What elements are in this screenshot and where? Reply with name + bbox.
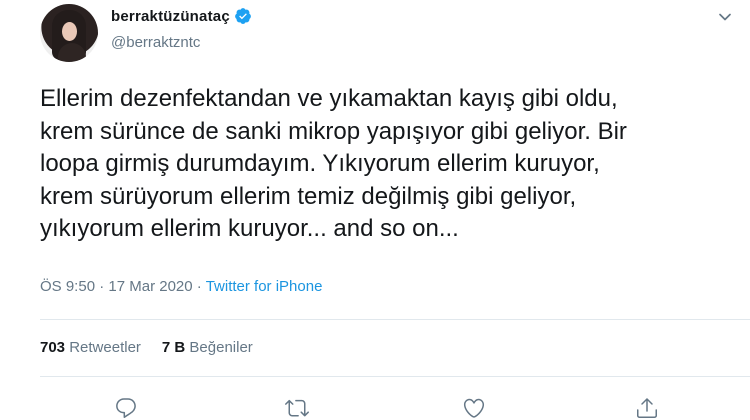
- likes-count: 7 B: [161, 339, 186, 356]
- tweet-meta: ÖS 9:50 · 17 Mar 2020 · Twitter for iPho…: [40, 278, 322, 295]
- tweet-text-line: Ellerim dezenfektandan ve yıkamaktan kay…: [40, 85, 618, 112]
- tweet-text: Ellerim dezenfektandan ve yıkamaktan kay…: [40, 83, 740, 246]
- tweet-card: berraktüzünataç @berraktzntc Ellerim dez…: [0, 0, 750, 420]
- tweet-source-link[interactable]: Twitter for iPhone: [206, 278, 323, 295]
- likes-label: Beğeniler: [189, 339, 253, 356]
- user-handle[interactable]: @berraktzntc: [111, 34, 200, 51]
- tweet-date[interactable]: 17 Mar 2020: [108, 278, 192, 295]
- retweets-stat[interactable]: 703 Retweetler: [40, 339, 141, 356]
- tweet-text-line: krem sürüyorum ellerim temiz değilmiş gi…: [40, 182, 577, 210]
- retweets-label: Retweetler: [69, 339, 141, 356]
- retweet-icon[interactable]: [285, 396, 309, 420]
- divider: [40, 319, 750, 320]
- display-name[interactable]: berraktüzünataç: [111, 8, 230, 25]
- likes-stat[interactable]: 7 B Beğeniler: [162, 339, 253, 356]
- meta-separator: ·: [192, 278, 206, 295]
- tweet-text-line: loopa girmiş durumdayım. Yıkıyorum eller…: [40, 150, 600, 177]
- author-name-row[interactable]: berraktüzünataç: [111, 7, 252, 25]
- avatar[interactable]: [40, 4, 98, 62]
- meta-separator: ·: [95, 278, 109, 295]
- tweet-stats: 703 Retweetler 7 B Beğeniler: [40, 339, 253, 356]
- reply-icon[interactable]: [114, 396, 138, 420]
- share-icon[interactable]: [635, 396, 659, 420]
- chevron-down-icon[interactable]: [718, 10, 732, 24]
- like-icon[interactable]: [462, 396, 486, 420]
- divider: [40, 376, 750, 377]
- action-bar: [0, 396, 750, 420]
- tweet-time[interactable]: ÖS 9:50: [40, 278, 95, 295]
- tweet-text-line: krem sürünce de sanki mikrop yapışıyor g…: [40, 117, 627, 145]
- avatar-face: [62, 22, 77, 41]
- verified-badge-icon: [234, 8, 251, 24]
- retweets-count: 703: [40, 339, 66, 356]
- tweet-text-line: yıkıyorum ellerim kuruyor... and so on..…: [40, 215, 459, 242]
